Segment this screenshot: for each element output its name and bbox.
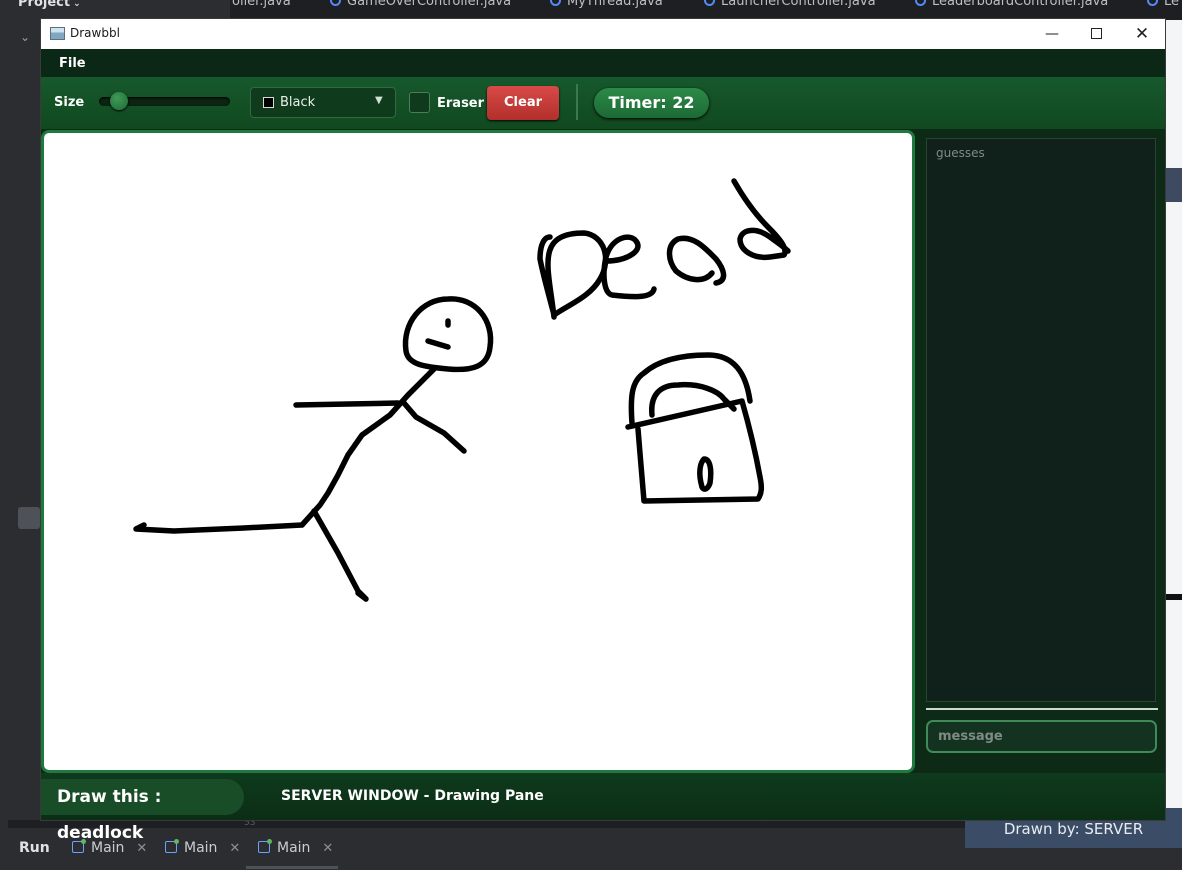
ide-project-selector[interactable]: Project ⌄ [18,0,81,10]
sketch-leg-left [133,522,305,534]
drawbbl-window: Drawbbl — ✕ File Size Black ▼ Eraser Cle… [41,19,1165,843]
eraser-label[interactable]: Eraser [437,96,484,111]
ide-editor-tab[interactable]: GameOverController.java [330,0,511,9]
sketch-letter-e [601,234,657,300]
window-titlebar[interactable]: Drawbbl — ✕ [41,19,1165,49]
chevron-down-icon: ▼ [375,95,383,106]
drawing-canvas[interactable] [41,130,915,773]
status-bar: Draw this : deadlock SERVER WINDOW - Dra… [41,773,1165,843]
run-tab-label: Main [184,840,218,856]
ide-editor-tabs: oller.java GameOverController.java MyThr… [230,0,1182,20]
sketch-body [299,366,437,528]
run-config-icon [165,839,179,853]
maximize-button[interactable] [1073,19,1119,49]
ide-editor-tab[interactable]: LauncherController.java [704,0,876,9]
guesses-placeholder: guesses [936,146,985,160]
minimize-button[interactable]: — [1029,19,1075,49]
ide-top-bar: Project ⌄ oller.java GameOverController.j… [0,0,1182,20]
drawing-toolbar: Size Black ▼ Eraser Clear Timer: 22 [41,77,1165,130]
message-input[interactable]: message [926,720,1157,753]
ide-right-editor-strip [1165,20,1182,820]
app-icon [50,27,65,40]
toolbar-separator [576,84,578,120]
ide-editor-tab[interactable]: MyThread.java [550,0,663,9]
size-slider-thumb[interactable] [110,92,128,110]
clear-button[interactable]: Clear [487,86,559,120]
run-tab[interactable]: Main ✕ [165,839,240,856]
ide-editor-tab-label: LeaderboardController.java [932,0,1109,9]
chevron-down-icon: ⌄ [73,0,81,9]
run-config-icon [258,839,272,853]
sketch-keyhole [697,456,714,492]
sketch-drawing [133,178,791,602]
ide-project-label: Project [18,0,71,10]
class-icon [330,0,341,6]
close-button[interactable]: ✕ [1119,19,1165,49]
word-prompt: Draw this : deadlock [41,779,244,843]
sketch-arm-left [293,400,401,408]
eraser-checkbox[interactable] [409,92,430,113]
run-tab-underline [246,866,338,869]
size-slider[interactable] [99,92,230,110]
ide-editor-tab[interactable]: LeaderboardController.java [915,0,1108,9]
close-icon[interactable]: ✕ [322,841,333,856]
menu-file[interactable]: File [59,56,86,71]
class-icon [550,0,561,6]
class-icon [704,0,715,6]
ide-gutter [8,820,968,828]
ide-editor-tab-label: LauncherController.java [721,0,876,9]
color-swatch [263,97,274,108]
message-placeholder: message [938,729,1003,744]
sketch-lock-body [625,398,765,504]
ide-left-block [18,507,40,529]
close-icon[interactable]: ✕ [229,841,240,856]
size-label: Size [54,95,85,110]
class-icon [1147,0,1158,6]
sketch-arm-right [401,400,467,454]
menu-bar: File [41,49,1165,77]
ide-editor-tab[interactable]: Le [1147,0,1179,9]
ide-editor-stroke [1165,594,1182,600]
color-name: Black [280,95,316,110]
ide-left-panel: ⌄ [0,20,40,820]
ide-editor-tab[interactable]: oller.java [232,0,291,9]
sketch-letter-d2 [731,178,791,261]
sketch-head [402,296,494,373]
window-title: Drawbbl [70,26,120,40]
guesses-list[interactable]: guesses [926,138,1156,702]
chat-panel: guesses message [918,130,1165,773]
class-icon [915,0,926,6]
chevron-down-icon[interactable]: ⌄ [20,30,30,44]
run-tab-active[interactable]: Main ✕ [258,839,333,856]
sketch-mouth [425,338,451,350]
ide-editor-tab-label: MyThread.java [567,0,663,9]
timer-badge: Timer: 22 [594,88,709,118]
ide-editor-tab-label: GameOverController.java [347,0,512,9]
ide-editor-tab-label: Le [1164,0,1180,9]
run-label: Run [19,840,50,856]
maximize-icon [1090,28,1102,39]
run-tab-label: Main [277,840,311,856]
ide-editor-highlight [1165,168,1182,202]
window-role-label: SERVER WINDOW - Drawing Pane [281,788,544,804]
sketch-letter-a [666,235,727,286]
sketch-letter-d [537,230,609,320]
chat-separator [926,708,1158,710]
color-picker[interactable]: Black ▼ [250,87,396,118]
ide-editor-tab-label: oller.java [232,0,291,9]
sketch-leg-right [311,508,369,602]
